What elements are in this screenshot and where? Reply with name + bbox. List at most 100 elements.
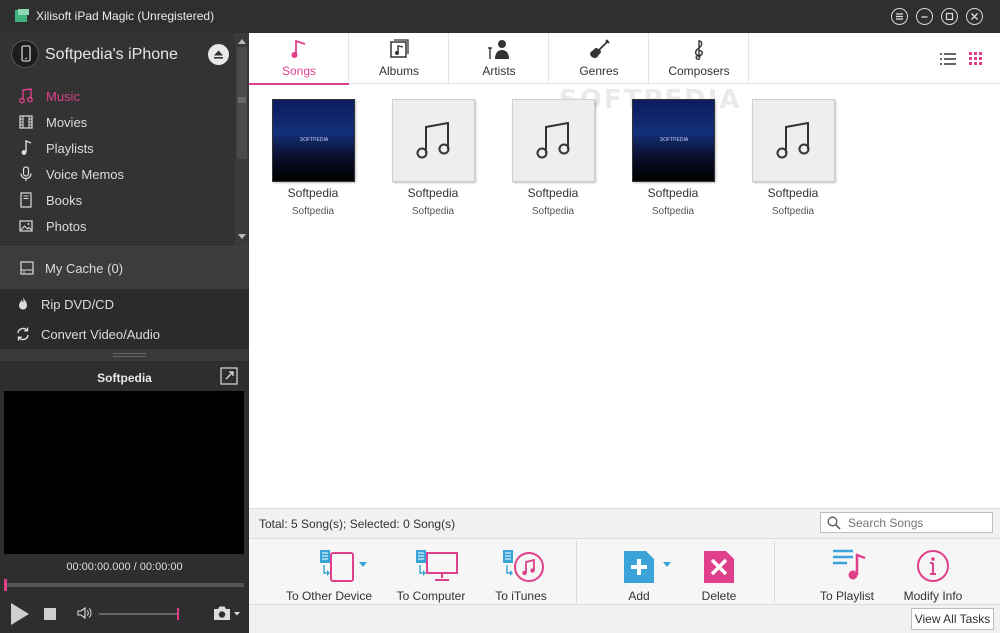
rip-dvd-cd-label: Rip DVD/CD bbox=[41, 296, 114, 312]
microphone-icon bbox=[17, 165, 35, 183]
search-box[interactable] bbox=[820, 512, 993, 533]
convert-video-audio-item[interactable]: Convert Video/Audio bbox=[0, 319, 249, 349]
music-note-icon bbox=[536, 122, 569, 159]
maximize-icon bbox=[945, 12, 954, 21]
transfer-to-itunes-icon bbox=[503, 550, 544, 582]
sidebar-scrollbar[interactable] bbox=[235, 33, 249, 246]
artist-icon bbox=[488, 40, 509, 59]
status-bar: Total: 5 Song(s); Selected: 0 Song(s) bbox=[249, 508, 1000, 538]
search-input[interactable] bbox=[848, 515, 988, 531]
song-artist: Softpedia bbox=[291, 206, 335, 217]
action-toolbar: To Other Device To Computer To iTunes Ad… bbox=[249, 538, 1000, 604]
expand-icon[interactable] bbox=[220, 367, 238, 385]
player-controls bbox=[0, 599, 249, 629]
library-nav: Music Movies Playlists Voice Memos Books bbox=[0, 83, 235, 239]
music-note-icon bbox=[291, 39, 306, 58]
modify-info-button[interactable]: Modify Info bbox=[895, 545, 971, 603]
toolbar-separator bbox=[774, 541, 775, 603]
transfer-to-computer-icon bbox=[416, 550, 458, 581]
view-all-tasks-button[interactable]: View All Tasks bbox=[911, 608, 994, 630]
sidebar-item-label: Playlists bbox=[46, 140, 94, 156]
tab-artists[interactable]: Artists bbox=[449, 33, 549, 84]
tab-composers[interactable]: Composers bbox=[649, 33, 749, 84]
to-computer-button[interactable]: To Computer bbox=[381, 545, 481, 603]
album-cover: SOFTPEDIA bbox=[271, 99, 355, 182]
close-icon bbox=[971, 13, 978, 20]
rip-dvd-cd-item[interactable]: Rip DVD/CD bbox=[0, 289, 249, 319]
menu-button[interactable] bbox=[891, 8, 908, 25]
photo-icon bbox=[17, 217, 35, 235]
camera-icon[interactable] bbox=[213, 605, 241, 621]
to-other-device-label: To Other Device bbox=[285, 589, 373, 603]
song-tile[interactable]: Softpedia Softpedia bbox=[733, 99, 853, 217]
category-tabs: Songs Albums Artists Genres Composers bbox=[249, 33, 1000, 85]
sidebar-item-playlists[interactable]: Playlists bbox=[0, 135, 235, 161]
volume-icon[interactable] bbox=[77, 606, 93, 620]
song-tile[interactable]: SOFTPEDIA Softpedia Softpedia bbox=[613, 99, 733, 217]
to-itunes-button[interactable]: To iTunes bbox=[485, 545, 557, 603]
scrollbar-thumb[interactable] bbox=[237, 47, 247, 159]
song-tile[interactable]: Softpedia Softpedia bbox=[493, 99, 613, 217]
sidebar-item-movies[interactable]: Movies bbox=[0, 109, 235, 135]
scroll-up-icon[interactable] bbox=[238, 39, 246, 44]
maximize-button[interactable] bbox=[941, 8, 958, 25]
to-playlist-button[interactable]: To Playlist bbox=[809, 545, 885, 603]
delete-button[interactable]: Delete bbox=[689, 545, 749, 603]
app-logo-icon bbox=[15, 9, 29, 22]
tab-albums[interactable]: Albums bbox=[349, 33, 449, 84]
progress-knob[interactable] bbox=[4, 579, 7, 591]
toolbar-separator bbox=[576, 541, 577, 603]
song-grid: SOFTPEDIA Softpedia Softpedia Softpedia … bbox=[249, 85, 1000, 505]
title-bar: Xilisoft iPad Magic (Unregistered) bbox=[0, 0, 1000, 33]
delete-label: Delete bbox=[701, 589, 737, 603]
music-note-icon bbox=[776, 122, 809, 159]
sidebar-item-music[interactable]: Music bbox=[0, 83, 235, 109]
device-header[interactable]: Softpedia's iPhone bbox=[0, 33, 249, 77]
tab-label: Composers bbox=[668, 64, 730, 78]
playlist-icon bbox=[17, 139, 35, 157]
song-tile[interactable]: Softpedia Softpedia bbox=[373, 99, 493, 217]
splitter-grip[interactable] bbox=[113, 353, 146, 357]
add-button[interactable]: Add bbox=[609, 545, 669, 603]
cover-text: SOFTPEDIA bbox=[659, 137, 689, 143]
playback-time: 00:00:00.000 / 00:00:00 bbox=[66, 561, 183, 573]
my-cache-item[interactable]: My Cache (0) bbox=[0, 246, 249, 289]
film-icon bbox=[17, 113, 35, 131]
minimize-button[interactable] bbox=[916, 8, 933, 25]
close-button[interactable] bbox=[966, 8, 983, 25]
cache-drive-icon bbox=[18, 259, 36, 277]
to-other-device-button[interactable]: To Other Device bbox=[279, 545, 379, 603]
volume-knob[interactable] bbox=[177, 608, 179, 620]
guitar-icon bbox=[590, 39, 610, 59]
add-file-icon bbox=[624, 551, 654, 583]
stop-icon[interactable] bbox=[44, 608, 56, 620]
main-panel: Songs Albums Artists Genres Composers SO… bbox=[249, 33, 1000, 633]
sidebar-item-books[interactable]: Books bbox=[0, 187, 235, 213]
tab-songs[interactable]: Songs bbox=[249, 33, 349, 85]
to-other-device-dropdown-icon[interactable] bbox=[359, 562, 367, 567]
eject-button[interactable] bbox=[208, 44, 229, 65]
album-cover bbox=[511, 99, 595, 182]
info-icon bbox=[917, 550, 949, 582]
add-dropdown-icon[interactable] bbox=[663, 562, 671, 567]
panel-splitter[interactable] bbox=[0, 349, 249, 361]
scroll-down-icon[interactable] bbox=[238, 234, 246, 239]
cover-text: SOFTPEDIA bbox=[299, 137, 329, 143]
sidebar-item-label: Voice Memos bbox=[46, 166, 125, 182]
modify-info-label: Modify Info bbox=[903, 589, 963, 603]
convert-icon bbox=[14, 325, 32, 343]
sidebar-item-voice-memos[interactable]: Voice Memos bbox=[0, 161, 235, 187]
sidebar-item-label: Books bbox=[46, 192, 83, 208]
book-icon bbox=[17, 191, 35, 209]
play-icon[interactable] bbox=[9, 602, 31, 626]
sidebar-item-photos[interactable]: Photos bbox=[0, 213, 235, 239]
playback-progress-bar[interactable] bbox=[4, 579, 244, 591]
song-title: Softpedia bbox=[647, 186, 699, 200]
grid-view-icon[interactable] bbox=[969, 52, 985, 66]
list-view-icon[interactable] bbox=[940, 52, 956, 66]
tab-genres[interactable]: Genres bbox=[549, 33, 649, 84]
eject-icon bbox=[214, 50, 223, 59]
song-tile[interactable]: SOFTPEDIA Softpedia Softpedia bbox=[253, 99, 373, 217]
tab-label: Albums bbox=[378, 64, 419, 78]
volume-slider[interactable] bbox=[99, 608, 179, 620]
